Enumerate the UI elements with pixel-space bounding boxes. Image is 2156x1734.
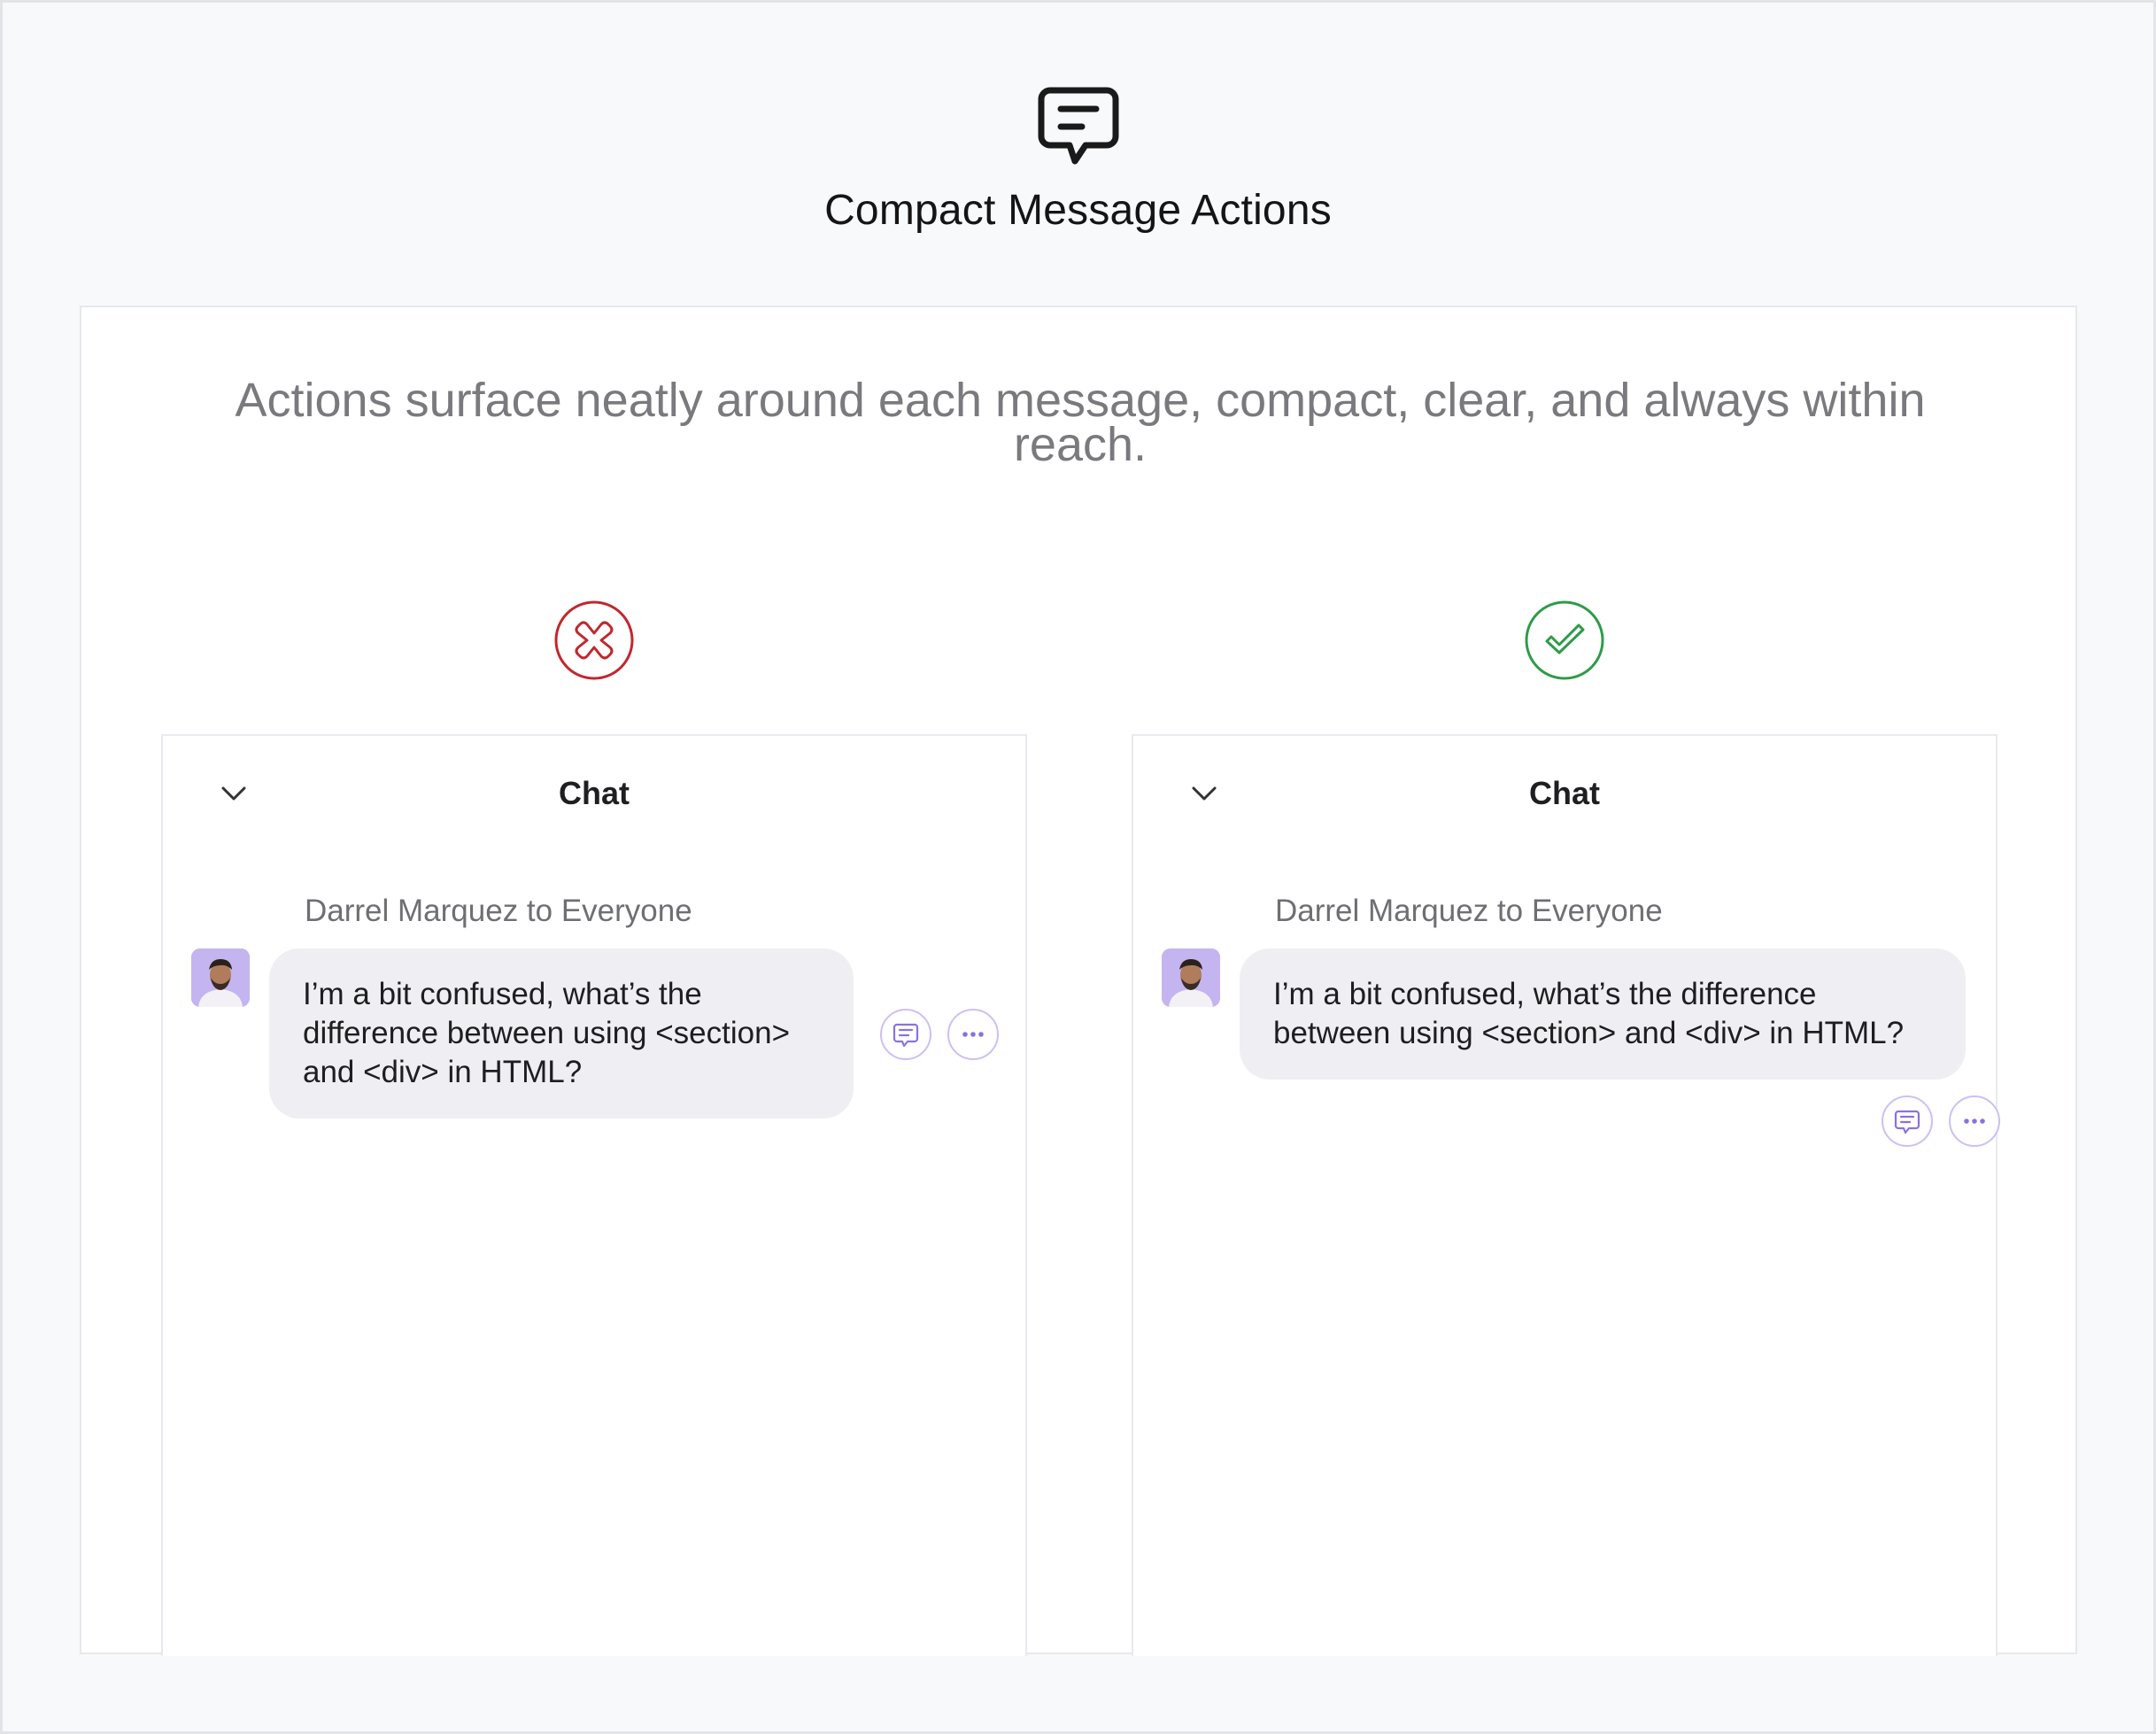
reply-icon	[1894, 1110, 1920, 1134]
chat-panel-title: Chat	[559, 775, 630, 811]
more-options-button[interactable]	[1949, 1095, 2000, 1147]
more-icon	[1964, 1119, 1985, 1124]
message-bubble[interactable]: I’m a bit confused, what’s the differenc…	[269, 948, 854, 1119]
page-header: Compact Message Actions	[0, 85, 2156, 235]
chat-message-icon	[1038, 87, 1118, 165]
avatar[interactable]	[1162, 948, 1220, 1007]
chat-panel-correct: Chat Darrel Marquez to Everyone I’m a bi…	[1132, 734, 2000, 1656]
chat-panel-title: Chat	[1529, 775, 1600, 811]
reply-button[interactable]	[880, 1009, 931, 1060]
reply-icon	[893, 1023, 919, 1048]
avatar[interactable]	[191, 948, 250, 1007]
x-circle-icon	[554, 600, 634, 680]
more-icon	[962, 1032, 984, 1037]
message-bubble[interactable]: I’m a bit confused, what’s the differenc…	[1240, 948, 1966, 1080]
reply-button[interactable]	[1882, 1095, 1933, 1147]
more-options-button[interactable]	[947, 1009, 999, 1060]
check-circle-icon	[1525, 600, 1604, 680]
chat-panel-incorrect: Chat Darrel Marquez to Everyone I’m a bi…	[161, 734, 1027, 1656]
example-card: Actions surface neatly around each messa…	[80, 306, 2077, 1656]
description-text: Actions surface neatly around each messa…	[235, 374, 1926, 471]
message-sender: Darrel Marquez to Everyone	[1275, 894, 1663, 928]
page-title: Compact Message Actions	[824, 187, 1332, 234]
message-sender: Darrel Marquez to Everyone	[305, 894, 692, 928]
